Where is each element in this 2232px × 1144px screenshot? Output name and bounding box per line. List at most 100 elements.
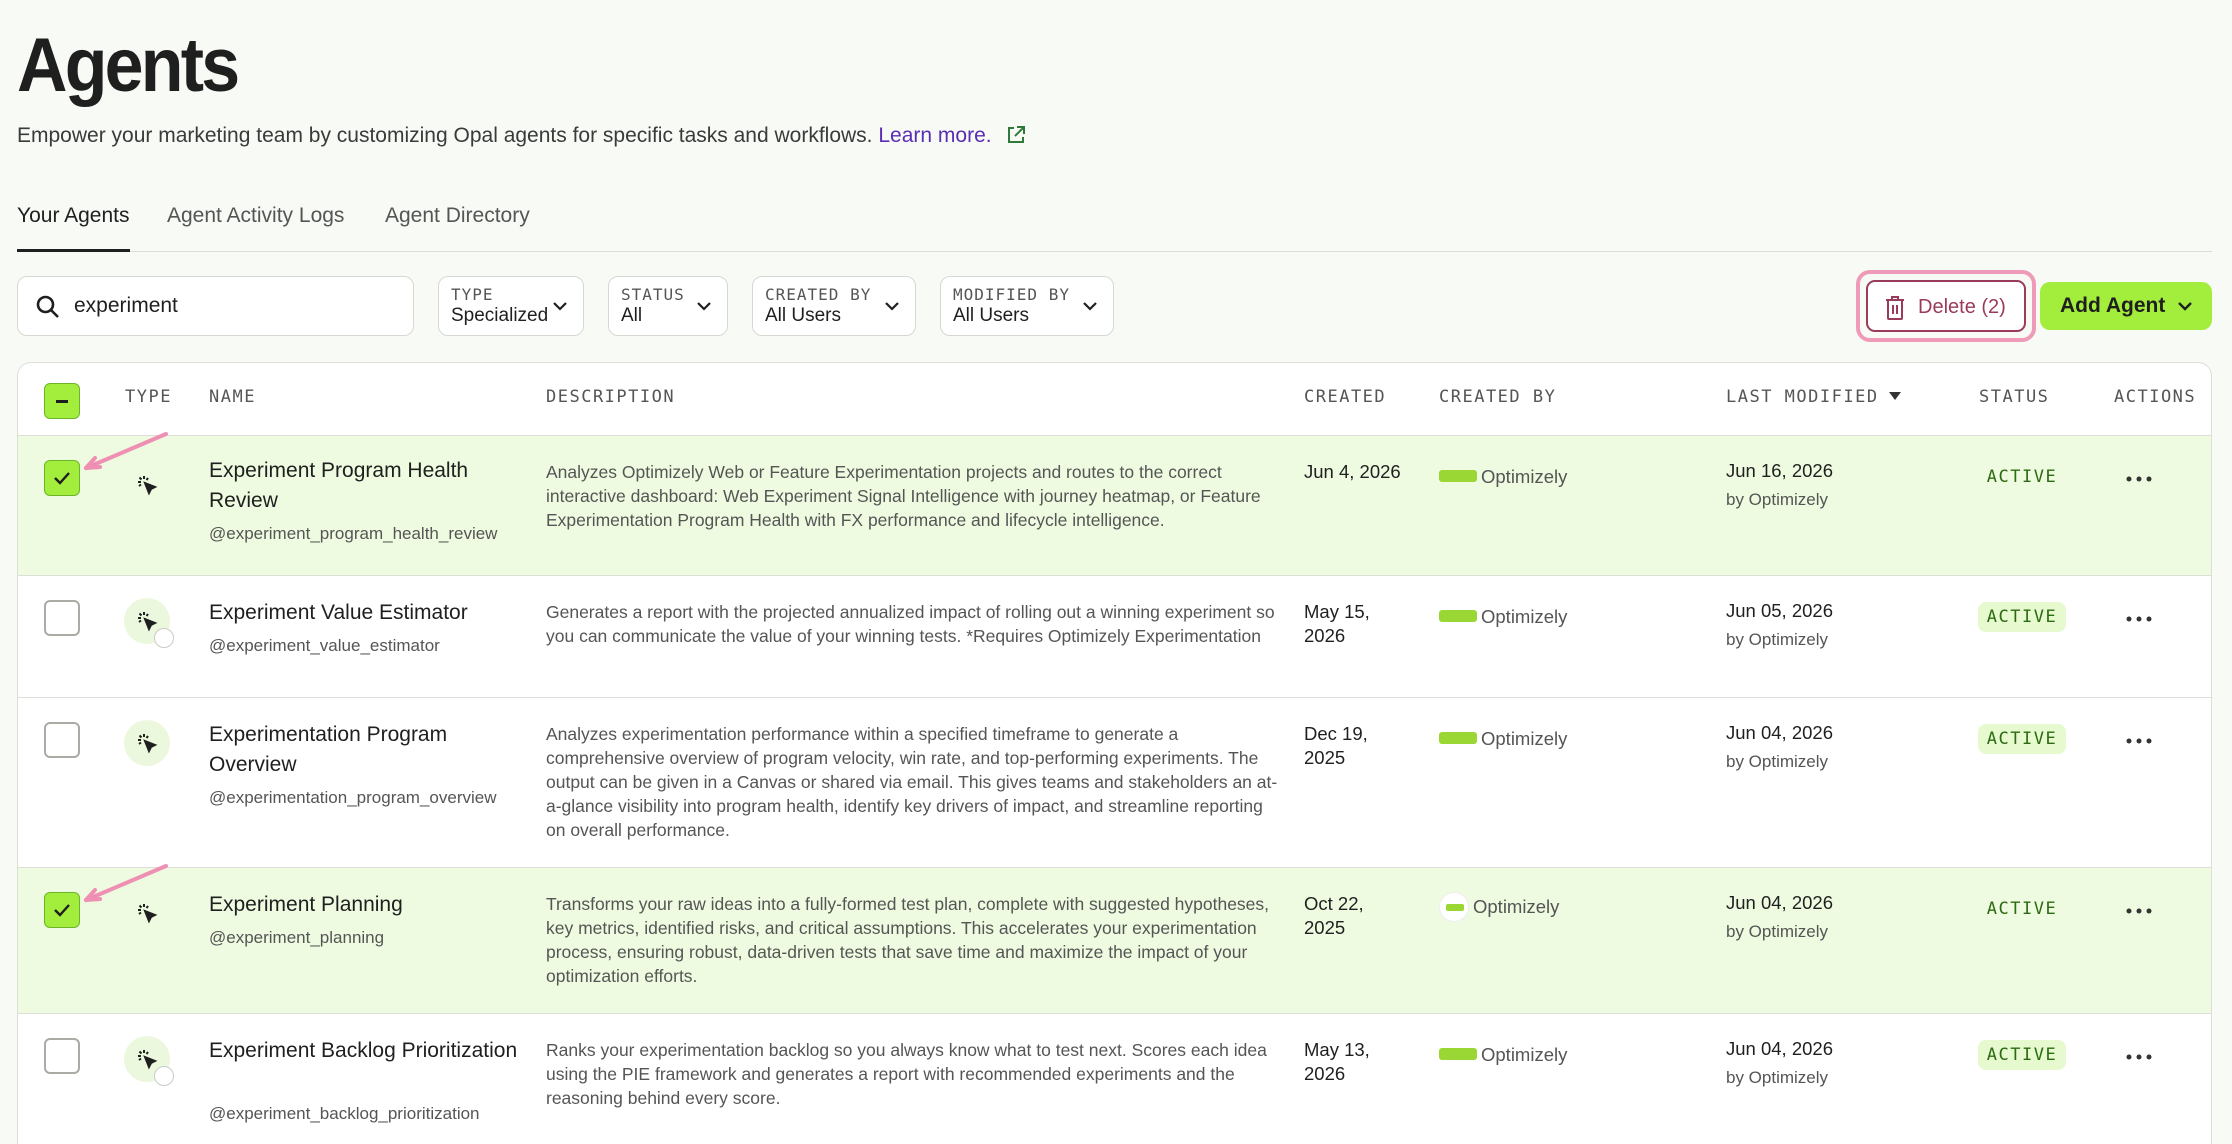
row-checkbox[interactable] — [44, 722, 80, 758]
external-link-icon[interactable] — [1005, 124, 1027, 146]
agent-name[interactable]: Experiment Program Health Review — [209, 456, 519, 516]
column-header-description: DESCRIPTION — [546, 387, 676, 407]
optimizely-logo-icon — [1439, 610, 1477, 622]
check-icon — [54, 472, 70, 485]
status-badge: ACTIVE — [1978, 602, 2066, 632]
filter-type-value: Specialized — [451, 305, 549, 326]
tab-your-agents[interactable]: Your Agents — [17, 204, 130, 252]
column-header-actions: ACTIONS — [2114, 387, 2197, 407]
filter-modified-by[interactable]: MODIFIED BY All Users — [940, 276, 1114, 336]
column-header-type[interactable]: TYPE — [125, 387, 172, 407]
row-checkbox[interactable] — [44, 460, 80, 496]
specialized-type-icon — [124, 1036, 174, 1086]
agent-description: Generates a report with the projected an… — [546, 602, 1275, 646]
add-agent-button[interactable]: Add Agent — [2040, 282, 2212, 330]
last-modified-date: Jun 04, 2026 — [1726, 1038, 1833, 1059]
optimizely-logo-icon — [1439, 732, 1477, 744]
last-modified-date: Jun 04, 2026 — [1726, 722, 1833, 743]
link-badge-icon — [154, 1066, 174, 1086]
chevron-down-icon — [553, 302, 567, 311]
last-modified-by: by Optimizely — [1726, 490, 1829, 509]
search-value: experiment — [74, 294, 178, 317]
agent-description: Ranks your experimentation backlog so yo… — [546, 1040, 1267, 1108]
filter-type[interactable]: TYPE Specialized — [438, 276, 584, 336]
filter-created-by-label: CREATED BY — [765, 285, 872, 304]
created-date: Oct 22, 2025 — [1304, 893, 1364, 938]
filter-status[interactable]: STATUS All — [608, 276, 728, 336]
created-by-label: Optimizely — [1481, 466, 1568, 487]
subtitle-text: Empower your marketing team by customizi… — [17, 124, 873, 147]
agent-description: Analyzes experimentation performance wit… — [546, 724, 1278, 840]
agent-description: Analyzes Optimizely Web or Feature Exper… — [546, 462, 1261, 530]
last-modified-by: by Optimizely — [1726, 1068, 1829, 1087]
agents-table: TYPE NAME DESCRIPTION CREATED CREATED BY… — [17, 362, 2212, 1144]
delete-button-label: Delete (2) — [1918, 296, 2006, 318]
row-checkbox[interactable] — [44, 892, 80, 928]
tab-agent-directory[interactable]: Agent Directory — [385, 204, 530, 252]
search-input[interactable]: experiment — [17, 276, 414, 336]
table-row[interactable]: Experiment Planning @experiment_planning… — [18, 864, 2211, 1013]
chevron-down-icon[interactable] — [2176, 299, 2194, 313]
more-actions-icon[interactable] — [2126, 736, 2152, 746]
delete-button[interactable]: Delete (2) — [1866, 280, 2026, 332]
agent-handle: @experiment_value_estimator — [209, 636, 440, 655]
table-row[interactable]: Experiment Backlog Prioritization @exper… — [18, 1013, 2211, 1144]
agent-name[interactable]: Experiment Backlog Prioritization — [209, 1036, 519, 1066]
chevron-down-icon — [697, 302, 711, 311]
row-checkbox[interactable] — [44, 600, 80, 636]
agent-handle: @experiment_program_health_review — [209, 524, 498, 543]
filter-created-by[interactable]: CREATED BY All Users — [752, 276, 916, 336]
last-modified-by: by Optimizely — [1726, 922, 1829, 941]
created-by-label: Optimizely — [1473, 896, 1560, 917]
agent-handle: @experiment_planning — [209, 928, 385, 947]
created-date: Dec 19, 2025 — [1304, 723, 1368, 768]
column-header-created-by[interactable]: CREATED BY — [1439, 387, 1556, 407]
learn-more-link[interactable]: Learn more. — [878, 124, 991, 147]
link-badge-icon — [154, 628, 174, 648]
created-by: Optimizely — [1439, 466, 1567, 488]
filter-status-label: STATUS — [621, 285, 685, 304]
agent-handle: @experiment_backlog_prioritization — [209, 1104, 480, 1123]
more-actions-icon[interactable] — [2126, 614, 2152, 624]
chevron-down-icon — [885, 302, 899, 311]
agent-description: Transforms your raw ideas into a fully-f… — [546, 894, 1270, 986]
filter-modified-by-label: MODIFIED BY — [953, 285, 1070, 304]
more-actions-icon[interactable] — [2126, 906, 2152, 916]
created-by-label: Optimizely — [1481, 606, 1568, 627]
column-header-name[interactable]: NAME — [209, 387, 256, 407]
status-badge: ACTIVE — [1986, 467, 2058, 487]
column-header-status[interactable]: STATUS — [1979, 387, 2049, 407]
sort-down-icon[interactable] — [1888, 392, 1901, 400]
page-subtitle: Empower your marketing team by customizi… — [17, 124, 1027, 148]
last-modified-date: Jun 05, 2026 — [1726, 600, 1833, 621]
agent-name[interactable]: Experimentation Program Overview — [209, 720, 519, 780]
created-by: Optimizely — [1439, 1044, 1567, 1066]
agent-name[interactable]: Experiment Planning — [209, 890, 519, 920]
table-row[interactable]: Experiment Value Estimator @experiment_v… — [18, 575, 2211, 697]
table-row[interactable]: Experimentation Program Overview @experi… — [18, 697, 2211, 867]
page-title: Agents — [17, 23, 240, 108]
optimizely-logo-icon — [1439, 470, 1477, 482]
tab-agent-activity-logs[interactable]: Agent Activity Logs — [167, 204, 344, 252]
column-header-created[interactable]: CREATED — [1304, 387, 1386, 407]
check-icon — [54, 904, 70, 917]
more-actions-icon[interactable] — [2126, 1052, 2152, 1062]
last-modified-date: Jun 16, 2026 — [1726, 460, 1833, 481]
agent-name[interactable]: Experiment Value Estimator — [209, 598, 519, 628]
column-header-last-modified-label: LAST MODIFIED — [1726, 387, 1879, 407]
row-checkbox[interactable] — [44, 1038, 80, 1074]
created-by: Optimizely — [1439, 728, 1567, 750]
more-actions-icon[interactable] — [2126, 474, 2152, 484]
select-all-checkbox[interactable] — [44, 383, 80, 419]
chevron-down-icon — [1083, 302, 1097, 311]
add-agent-label: Add Agent — [2060, 294, 2166, 317]
specialized-type-icon — [124, 890, 170, 936]
agent-handle: @experimentation_program_overview — [209, 788, 497, 807]
last-modified-by: by Optimizely — [1726, 630, 1829, 649]
column-header-last-modified[interactable]: LAST MODIFIED — [1726, 387, 1901, 407]
created-date: Jun 4, 2026 — [1304, 461, 1401, 482]
table-row[interactable]: Experiment Program Health Review @experi… — [18, 432, 2211, 575]
status-badge: ACTIVE — [1978, 1040, 2066, 1070]
created-by: Optimizely — [1439, 606, 1567, 628]
specialized-type-icon — [124, 720, 170, 766]
